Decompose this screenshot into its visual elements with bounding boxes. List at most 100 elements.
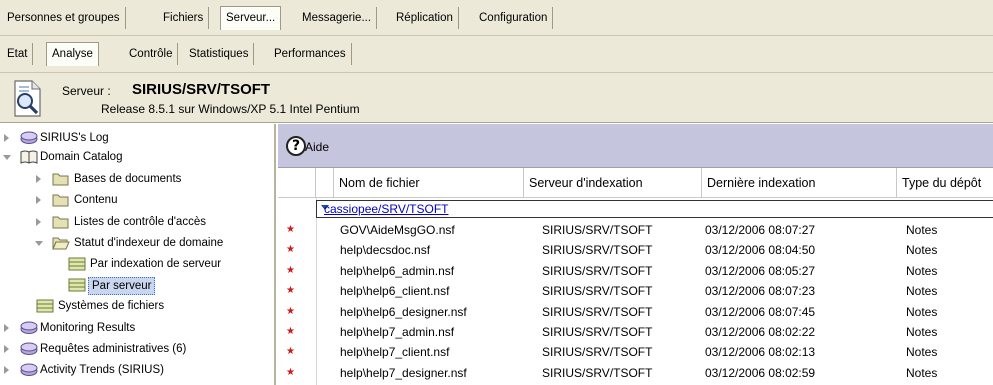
cell-index-server: SIRIUS/SRV/TSOFT bbox=[542, 264, 653, 278]
server-label: Serveur : bbox=[62, 84, 111, 98]
tree-item-statut-indexeur[interactable]: Statut d'indexeur de domaine bbox=[0, 233, 270, 253]
cell-last-indexed: 03/12/2006 08:02:13 bbox=[705, 345, 816, 359]
cell-repository-type: Notes bbox=[906, 223, 938, 237]
tab-configuration[interactable]: Configuration bbox=[474, 7, 554, 29]
column-header-repository-type[interactable]: Type du dépôt bbox=[897, 168, 993, 198]
tab-controle[interactable]: Contrôle bbox=[124, 43, 179, 65]
expand-arrow-icon[interactable] bbox=[4, 345, 9, 353]
tree-item-label: Par indexation de serveur bbox=[90, 258, 222, 270]
column-header-twistie[interactable] bbox=[316, 168, 334, 198]
tree-item-systemes-de-fichiers[interactable]: Systèmes de fichiers bbox=[0, 296, 270, 316]
database-icon bbox=[20, 363, 38, 376]
tree-item-par-indexation[interactable]: Par indexation de serveur bbox=[0, 254, 270, 274]
tree-item-sirius-log[interactable]: SIRIUS's Log bbox=[0, 128, 270, 148]
cell-repository-type: Notes bbox=[906, 264, 938, 278]
tree-item-requetes-administratives[interactable]: Requêtes administratives (6) bbox=[0, 339, 270, 359]
table-row[interactable]: ★ help\help6_designer.nsf SIRIUS/SRV/TSOFT… bbox=[278, 302, 993, 322]
cell-filename: help\help6_designer.nsf bbox=[340, 305, 467, 319]
expand-arrow-icon[interactable] bbox=[4, 324, 9, 332]
database-icon bbox=[20, 131, 38, 144]
cell-filename: help\help7_admin.nsf bbox=[340, 325, 455, 339]
expand-arrow-icon[interactable] bbox=[4, 134, 9, 142]
tree-item-label: Statut d'indexeur de domaine bbox=[74, 237, 224, 249]
column-header-index-server[interactable]: Serveur d'indexation bbox=[524, 168, 702, 198]
database-icon bbox=[20, 342, 38, 355]
folder-icon bbox=[52, 172, 69, 186]
column-header-last-indexed[interactable]: Dernière indexation bbox=[702, 168, 897, 198]
tab-performances[interactable]: Performances bbox=[269, 43, 352, 65]
folder-icon bbox=[52, 215, 69, 229]
view-icon bbox=[68, 257, 86, 271]
view-icon bbox=[36, 299, 54, 313]
tab-replication[interactable]: Réplication bbox=[391, 7, 459, 29]
tab-personnes-et-groupes[interactable]: Personnes et groupes bbox=[2, 7, 126, 29]
tree-item-label: Monitoring Results bbox=[40, 322, 136, 334]
column-header-filename[interactable]: Nom de fichier bbox=[334, 168, 524, 198]
expand-arrow-icon[interactable] bbox=[36, 218, 41, 226]
category-link[interactable]: cassiopee/SRV/TSOFT bbox=[324, 200, 449, 218]
tree-item-listes-de-controle[interactable]: Listes de contrôle d'accès bbox=[0, 212, 270, 232]
cell-filename: help\decsdoc.nsf bbox=[340, 243, 431, 257]
cell-last-indexed: 03/12/2006 08:07:27 bbox=[705, 223, 816, 237]
cell-filename: help\help7_client.nsf bbox=[340, 345, 450, 359]
table-row[interactable]: ★ GOV\AideMsgGO.nsf SIRIUS/SRV/TSOFT 03/12/… bbox=[278, 220, 993, 240]
column-header-unread[interactable] bbox=[278, 168, 316, 198]
tree-item-label: Bases de documents bbox=[74, 173, 182, 185]
tab-analyse[interactable]: Analyse bbox=[46, 42, 99, 66]
tab-messagerie[interactable]: Messagerie... bbox=[297, 7, 378, 29]
tree-item-label: Listes de contrôle d'accès bbox=[74, 216, 206, 228]
tab-fichiers[interactable]: Fichiers bbox=[158, 7, 210, 29]
cell-filename: GOV\AideMsgGO.nsf bbox=[340, 223, 455, 237]
tree-item-par-serveur[interactable]: Par serveur bbox=[0, 275, 270, 295]
tree-item-label: Activity Trends (SIRIUS) bbox=[40, 364, 164, 376]
tree-item-contenu[interactable]: Contenu bbox=[0, 190, 270, 210]
action-bar bbox=[278, 124, 993, 168]
table-row[interactable]: ★ help\help7_designer.nsf SIRIUS/SRV/TSOFT… bbox=[278, 363, 993, 383]
expand-arrow-icon[interactable] bbox=[36, 196, 41, 204]
collapse-arrow-icon[interactable] bbox=[35, 241, 43, 246]
table-row[interactable]: ★ help\help6_client.nsf SIRIUS/SRV/TSOFT 03… bbox=[278, 281, 993, 301]
cell-index-server: SIRIUS/SRV/TSOFT bbox=[542, 243, 653, 257]
cell-filename: help\help6_admin.nsf bbox=[340, 264, 455, 278]
tree-item-bases-de-documents[interactable]: Bases de documents bbox=[0, 169, 270, 189]
tab-serveur[interactable]: Serveur... bbox=[220, 6, 282, 30]
expand-arrow-icon[interactable] bbox=[4, 366, 9, 374]
tree-item-label: Systèmes de fichiers bbox=[58, 300, 165, 312]
tree-item-label: SIRIUS's Log bbox=[40, 132, 109, 144]
table-row[interactable]: ★ help\help7_admin.nsf SIRIUS/SRV/TSOFT 03/… bbox=[278, 322, 993, 342]
folder-icon bbox=[52, 193, 69, 207]
cell-repository-type: Notes bbox=[906, 243, 938, 257]
collapse-arrow-icon[interactable] bbox=[3, 155, 11, 160]
tree-item-monitoring-results[interactable]: Monitoring Results bbox=[0, 318, 270, 338]
database-icon bbox=[20, 321, 38, 334]
cell-last-indexed: 03/12/2006 08:04:50 bbox=[705, 243, 816, 257]
cell-repository-type: Notes bbox=[906, 366, 938, 380]
unread-star-icon: ★ bbox=[286, 285, 295, 296]
cell-repository-type: Notes bbox=[906, 345, 938, 359]
tab-etat[interactable]: Etat bbox=[2, 43, 34, 65]
unread-star-icon: ★ bbox=[286, 326, 295, 337]
cell-index-server: SIRIUS/SRV/TSOFT bbox=[542, 325, 653, 339]
navigation-tree: SIRIUS's Log Domain Catalog Bases de doc… bbox=[0, 124, 276, 385]
table-row[interactable]: ★ help\decsdoc.nsf SIRIUS/SRV/TSOFT 03/12/2… bbox=[278, 240, 993, 260]
cell-index-server: SIRIUS/SRV/TSOFT bbox=[542, 345, 653, 359]
cell-last-indexed: 03/12/2006 08:02:59 bbox=[705, 366, 816, 380]
help-icon[interactable]: ? bbox=[286, 136, 306, 156]
tree-item-label: Par serveur bbox=[88, 277, 156, 295]
help-button[interactable]: Aide bbox=[305, 140, 329, 154]
open-folder-icon bbox=[52, 236, 70, 250]
cell-index-server: SIRIUS/SRV/TSOFT bbox=[542, 223, 653, 237]
cell-repository-type: Notes bbox=[906, 305, 938, 319]
tab-statistiques[interactable]: Statistiques bbox=[184, 43, 255, 65]
cell-index-server: SIRIUS/SRV/TSOFT bbox=[542, 366, 653, 380]
tree-item-label: Contenu bbox=[74, 194, 118, 206]
tree-item-domain-catalog[interactable]: Domain Catalog bbox=[0, 147, 270, 167]
server-release-info: Release 8.5.1 sur Windows/XP 5.1 Intel P… bbox=[101, 102, 360, 116]
table-row[interactable]: ★ help\help6_admin.nsf SIRIUS/SRV/TSOFT 03/… bbox=[278, 261, 993, 281]
tree-item-label: Domain Catalog bbox=[40, 151, 123, 163]
table-row[interactable]: ★ help\help7_client.nsf SIRIUS/SRV/TSOFT 03… bbox=[278, 342, 993, 362]
cell-index-server: SIRIUS/SRV/TSOFT bbox=[542, 305, 653, 319]
tree-item-activity-trends[interactable]: Activity Trends (SIRIUS) bbox=[0, 360, 270, 380]
expand-arrow-icon[interactable] bbox=[36, 175, 41, 183]
unread-star-icon: ★ bbox=[286, 244, 295, 255]
